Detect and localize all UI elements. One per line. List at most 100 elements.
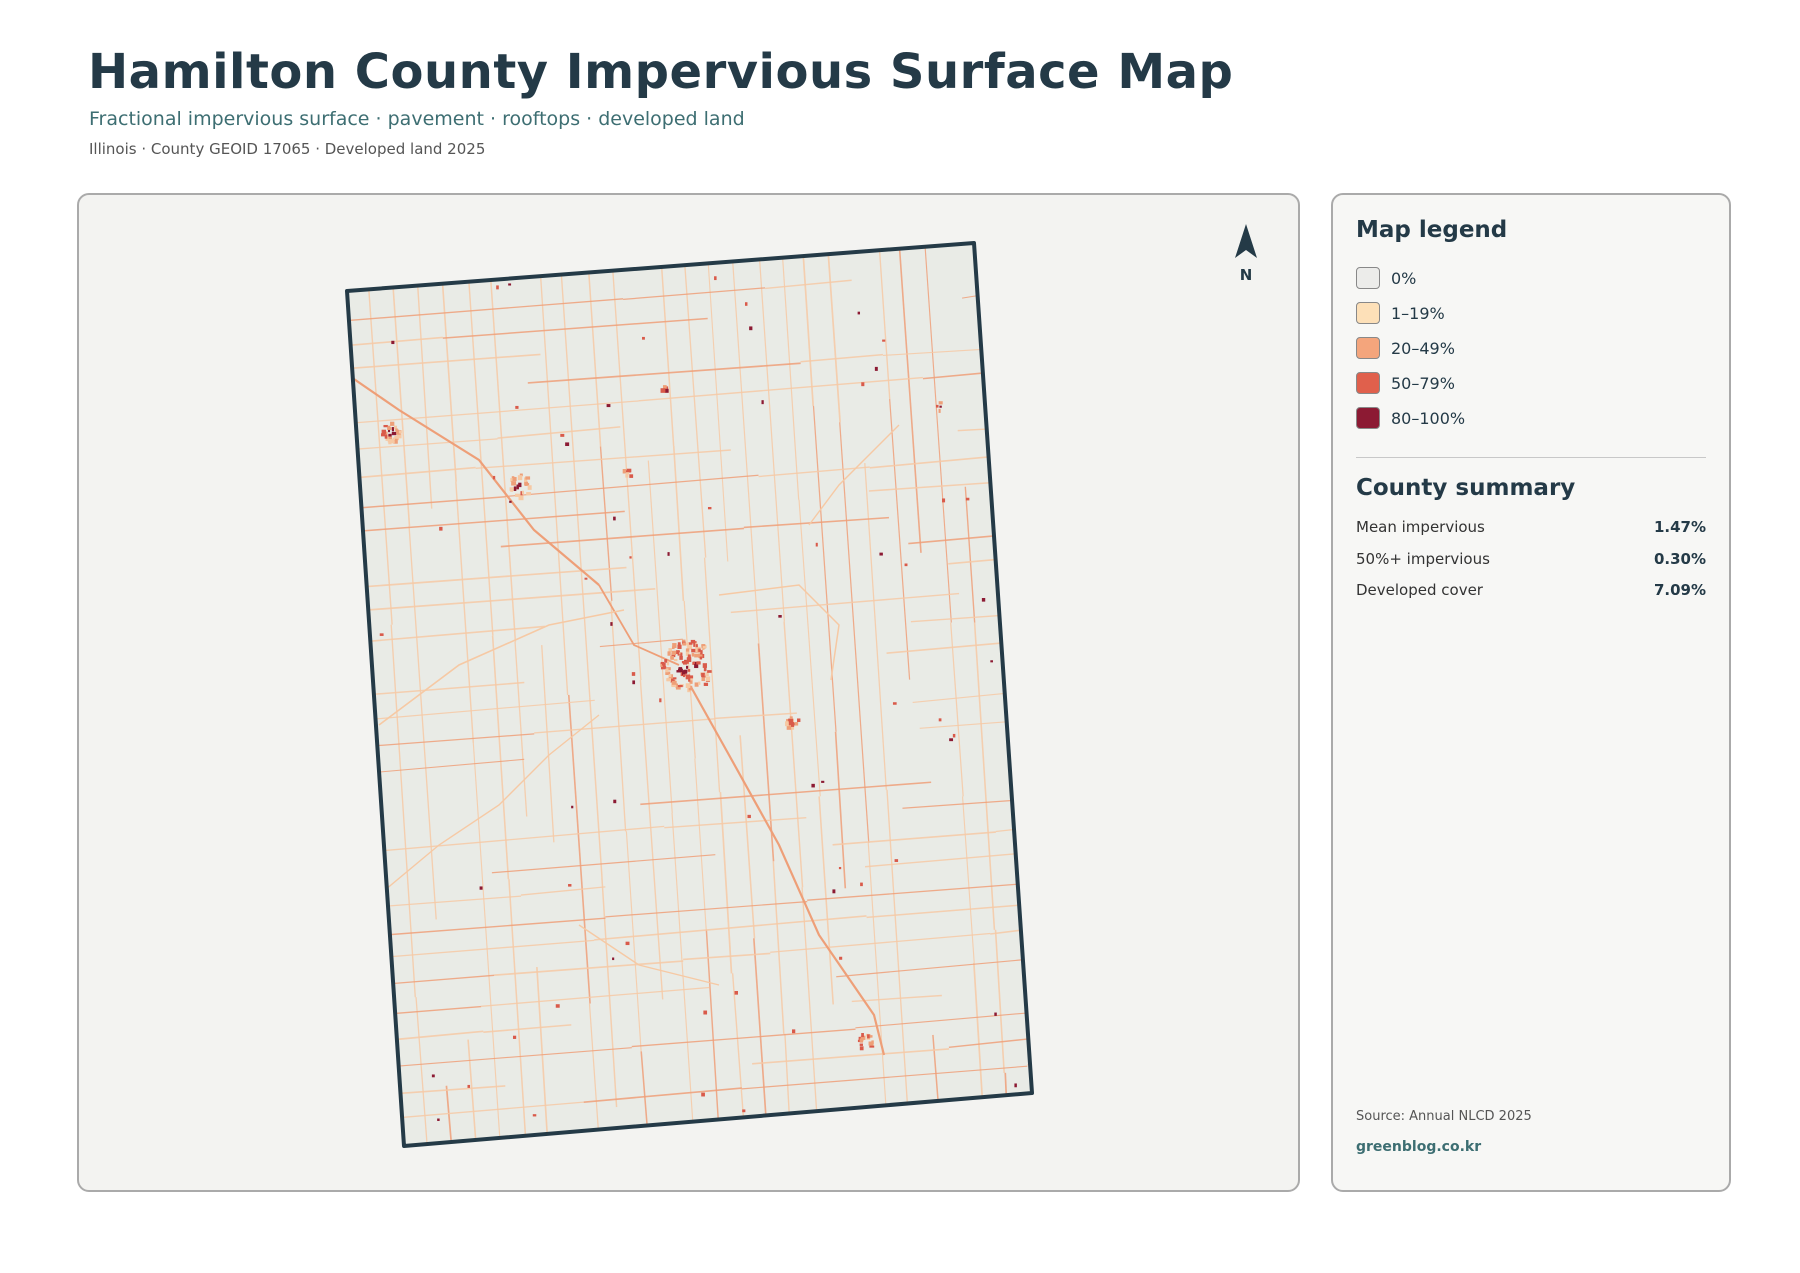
developed-pixel — [675, 650, 680, 655]
map-canvas[interactable]: N — [79, 195, 1300, 1192]
page-title: Hamilton County Impervious Surface Map — [88, 44, 1234, 100]
developed-pixel — [761, 400, 764, 405]
developed-pixel — [510, 488, 514, 492]
developed-pixel — [703, 682, 709, 686]
legend-label: 50–79% — [1391, 373, 1455, 393]
developed-pixel — [525, 476, 531, 480]
developed-pixel — [517, 475, 523, 481]
developed-pixel — [584, 577, 588, 580]
stat-value: 7.09% — [1653, 581, 1706, 599]
developed-pixel — [686, 665, 689, 669]
developed-pixel — [383, 424, 388, 428]
developed-pixel — [388, 433, 392, 437]
north-arrow-icon — [1235, 224, 1257, 258]
legend-item-0: 0% — [1356, 265, 1416, 291]
developed-pixel — [707, 670, 712, 673]
legend-swatch — [1356, 337, 1380, 359]
developed-pixel — [565, 442, 570, 447]
developed-pixel — [667, 651, 671, 656]
developed-pixel — [867, 1034, 870, 1039]
legend-swatch — [1356, 267, 1380, 289]
developed-pixel — [821, 780, 825, 783]
developed-pixel — [688, 677, 691, 682]
developed-pixel — [682, 642, 686, 646]
developed-pixel — [701, 672, 705, 678]
developed-pixel — [631, 672, 636, 676]
developed-pixel — [990, 660, 993, 663]
developed-pixel — [532, 1114, 537, 1117]
developed-pixel — [859, 1046, 864, 1051]
developed-pixel — [439, 526, 443, 531]
developed-pixel — [568, 884, 572, 887]
developed-pixel — [699, 656, 703, 660]
developed-pixel — [939, 405, 942, 408]
developed-pixel — [606, 404, 611, 408]
developed-pixel — [871, 1040, 874, 1045]
developed-pixel — [496, 285, 499, 290]
stat-label: 50%+ impervious — [1356, 550, 1490, 568]
stat-label: Developed cover — [1356, 581, 1483, 599]
developed-pixel — [524, 482, 528, 486]
developed-pixel — [666, 678, 672, 682]
developed-pixel — [685, 642, 689, 646]
developed-pixel — [938, 408, 941, 413]
developed-pixel — [379, 633, 384, 636]
developed-pixel — [714, 276, 717, 281]
developed-pixel — [672, 677, 677, 680]
developed-pixel — [660, 388, 666, 393]
developed-pixel — [879, 552, 883, 556]
developed-pixel — [694, 682, 699, 687]
site-credit[interactable]: greenblog.co.kr — [1356, 1139, 1481, 1155]
developed-pixel — [684, 669, 688, 674]
developed-pixel — [791, 1029, 796, 1034]
developed-pixel — [664, 388, 669, 393]
legend-label: 0% — [1391, 268, 1417, 288]
developed-pixel — [696, 661, 701, 665]
developed-pixel — [892, 702, 897, 705]
page-meta: Illinois · County GEOID 17065 · Develope… — [89, 140, 486, 158]
map-panel[interactable]: N — [77, 193, 1300, 1192]
developed-pixel — [935, 404, 939, 408]
developed-pixel — [742, 1109, 746, 1113]
developed-pixel — [1014, 1083, 1017, 1088]
developed-pixel — [431, 1074, 435, 1078]
north-arrow-label: N — [1240, 266, 1253, 284]
developed-pixel — [703, 666, 707, 672]
developed-pixel — [981, 597, 986, 602]
developed-pixel — [492, 475, 496, 480]
developed-pixel — [687, 654, 691, 659]
stat-row-developed: Developed cover 7.09% — [1356, 580, 1706, 600]
developed-pixel — [797, 718, 801, 722]
developed-pixel — [791, 722, 795, 727]
developed-pixel — [838, 866, 842, 870]
developed-pixel — [701, 677, 705, 682]
developed-pixel — [882, 339, 886, 342]
developed-pixel — [778, 615, 782, 618]
developed-pixel — [794, 722, 799, 726]
developed-pixel — [685, 648, 690, 652]
stat-value: 0.30% — [1653, 550, 1706, 568]
legend-item-1: 1–19% — [1356, 300, 1445, 326]
developed-pixel — [734, 991, 738, 995]
stat-value: 1.47% — [1653, 518, 1706, 536]
road-segment — [1004, 1072, 1008, 1096]
developed-pixel — [508, 283, 512, 286]
developed-pixel — [509, 500, 512, 503]
developed-pixel — [668, 674, 672, 678]
developed-pixel — [629, 474, 634, 478]
developed-pixel — [512, 477, 517, 482]
developed-pixel — [695, 644, 698, 648]
developed-pixel — [789, 716, 793, 719]
developed-pixel — [513, 486, 517, 491]
developed-pixel — [632, 680, 636, 685]
source-note: Source: Annual NLCD 2025 — [1356, 1109, 1532, 1124]
developed-pixel — [698, 681, 701, 685]
developed-pixel — [659, 698, 662, 703]
developed-pixel — [571, 805, 574, 809]
developed-pixel — [381, 429, 387, 434]
developed-pixel — [610, 622, 613, 626]
developed-pixel — [938, 401, 943, 405]
developed-pixel — [626, 472, 630, 475]
developed-pixel — [391, 431, 397, 436]
developed-pixel — [811, 783, 815, 788]
